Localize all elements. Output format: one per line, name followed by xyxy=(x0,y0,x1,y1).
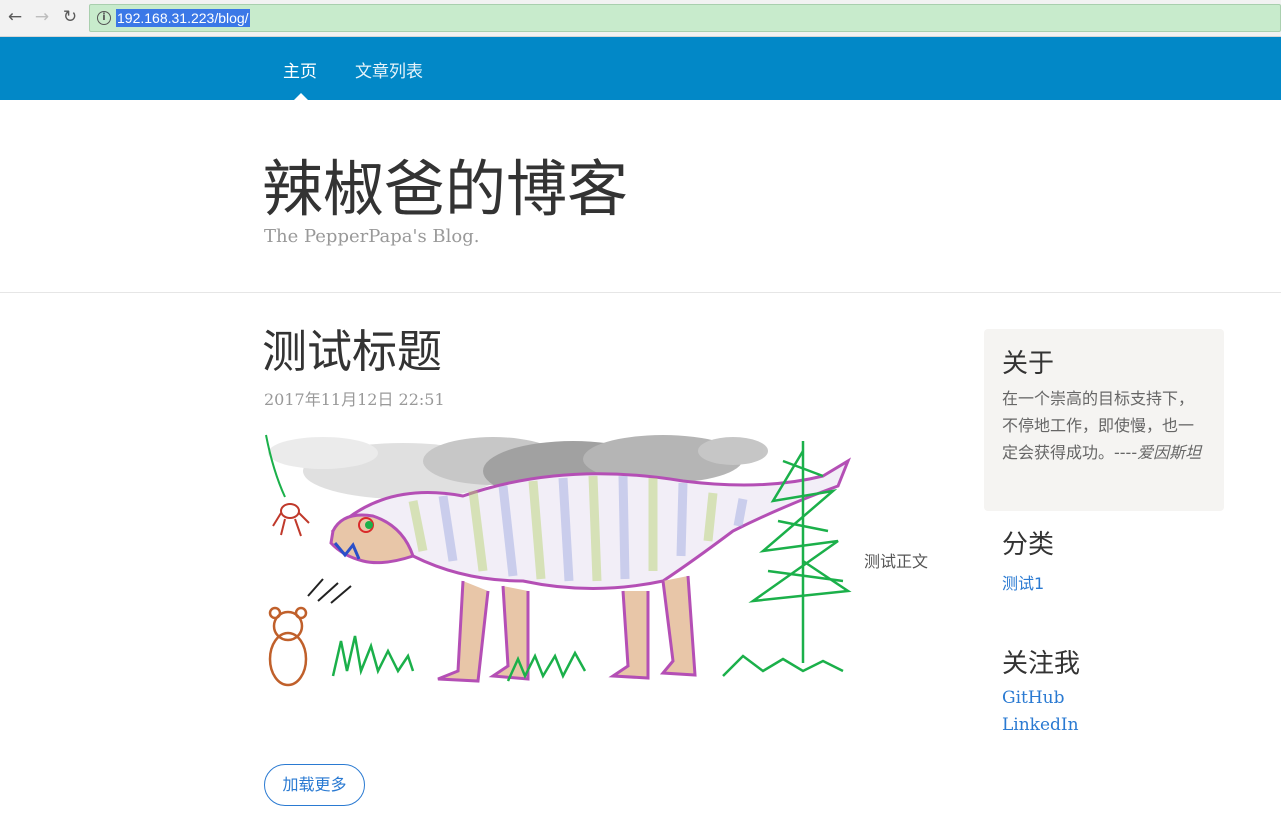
url-text[interactable]: 192.168.31.223/blog/ xyxy=(116,9,250,27)
reload-icon[interactable]: ↻ xyxy=(60,7,80,27)
load-more-button[interactable]: 加载更多 xyxy=(264,764,365,806)
post-body: 测试正文 xyxy=(864,552,929,571)
address-bar[interactable]: i 192.168.31.223/blog/ xyxy=(89,4,1281,32)
dinosaur-drawing-image xyxy=(265,434,852,687)
forward-arrow-icon[interactable]: → xyxy=(32,7,52,27)
about-panel: 关于 在一个崇高的目标支持下，不停地工作，即使慢，也一定会获得成功。----爱因… xyxy=(984,329,1224,511)
post-title[interactable]: 测试标题 xyxy=(262,322,442,382)
post-date: 2017年11月12日 22:51 xyxy=(264,390,445,409)
grass-scribble xyxy=(331,635,844,682)
category-heading: 分类 xyxy=(1002,530,1055,560)
follow-heading: 关注我 xyxy=(1002,649,1081,679)
spider-scribble xyxy=(272,503,310,537)
nav-item-home[interactable]: 主页 xyxy=(283,57,317,82)
github-link[interactable]: GitHub xyxy=(1002,688,1065,708)
about-author: 爱因斯坦 xyxy=(1137,443,1202,462)
info-icon[interactable]: i xyxy=(97,11,111,25)
linkedin-link[interactable]: LinkedIn xyxy=(1002,715,1079,735)
active-nav-caret xyxy=(294,93,308,100)
nav-item-article-list[interactable]: 文章列表 xyxy=(355,57,423,82)
category-link[interactable]: 测试1 xyxy=(1002,570,1044,594)
about-heading: 关于 xyxy=(1002,349,1055,379)
browser-toolbar: ← → ↻ i 192.168.31.223/blog/ xyxy=(0,0,1281,37)
bear-scribble xyxy=(268,606,308,687)
site-title: 辣椒爸的博客 xyxy=(262,154,629,225)
site-navbar xyxy=(0,37,1281,100)
site-subtitle: The PepperPapa's Blog. xyxy=(264,226,480,247)
back-arrow-icon[interactable]: ← xyxy=(5,7,25,27)
about-text: 在一个崇高的目标支持下，不停地工作，即使慢，也一定会获得成功。----爱因斯坦 xyxy=(1002,385,1207,466)
header-divider xyxy=(0,292,1281,293)
